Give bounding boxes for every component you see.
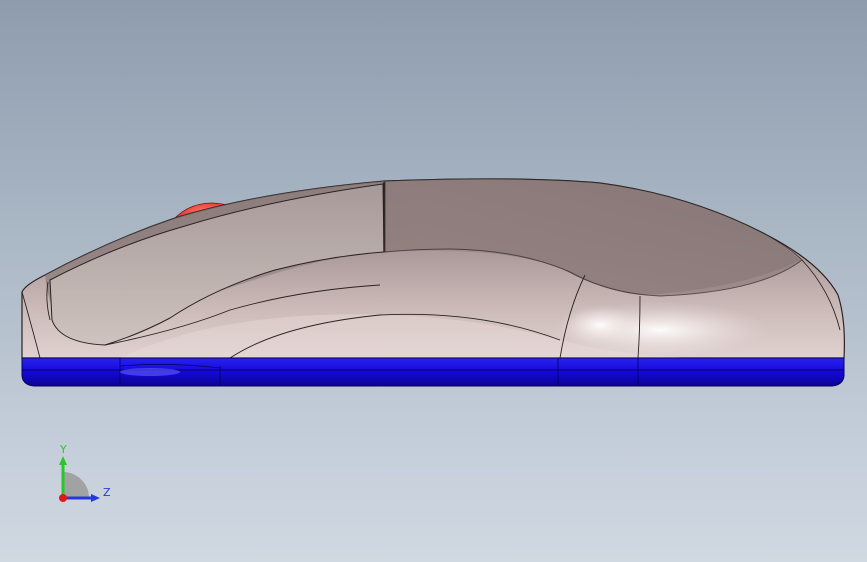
y-axis-label: Y [60, 443, 67, 456]
z-axis-label: Z [103, 486, 111, 499]
graphics-viewport[interactable]: Y Z [0, 0, 867, 562]
mouse-3d-model[interactable] [0, 0, 867, 562]
